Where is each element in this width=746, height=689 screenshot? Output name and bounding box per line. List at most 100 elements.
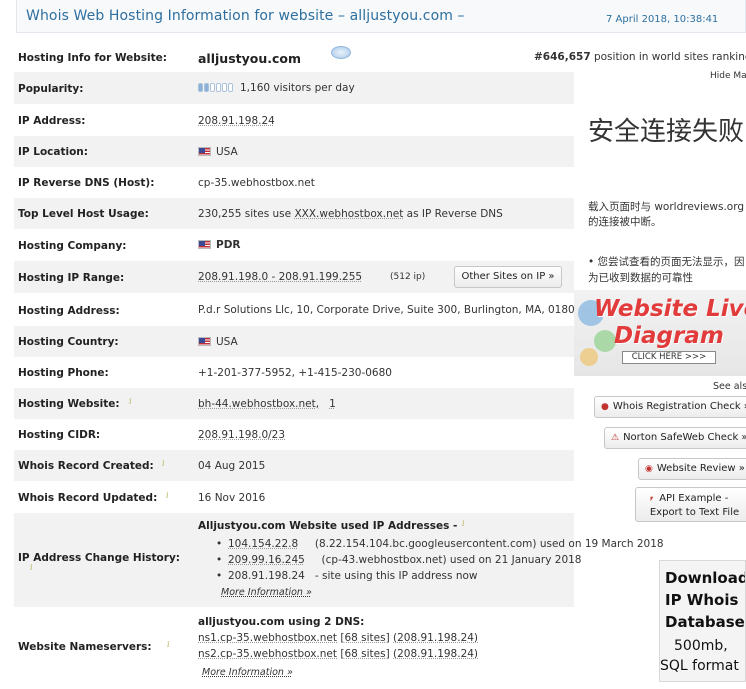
hosting-website-link[interactable]: bh-44.webhostbox.net, bbox=[198, 398, 319, 410]
label-whois-updated: Whois Record Updated: bbox=[18, 492, 158, 504]
hosting-website-value: bh-44.webhostbox.net, 1 bbox=[198, 398, 336, 410]
row-whois-updated: Whois Record Updated: i 16 Nov 2016 bbox=[14, 481, 574, 513]
ip-history-item: • 208.91.198.24 - site using this IP addr… bbox=[216, 570, 478, 582]
hosting-country-name: USA bbox=[216, 336, 238, 348]
whois-check-label: Whois Registration Check » bbox=[612, 401, 746, 412]
label-whois-created: Whois Record Created: bbox=[18, 460, 154, 472]
label-nameservers: Website Nameservers: bbox=[18, 641, 152, 653]
api-example-button[interactable]: ⎖ API Example - Export to Text File bbox=[635, 487, 746, 522]
comment-icon: ◉ bbox=[645, 464, 653, 474]
hide-map-link[interactable]: Hide Map bbox=[710, 71, 746, 81]
map-frame-error: 安全连接失败 载入页面时与 worldreviews.org 的连接被中断。 •… bbox=[574, 84, 746, 290]
ip-history-heading: Alljustyou.com Website used IP Addresses… bbox=[198, 520, 458, 532]
info-icon[interactable]: i bbox=[30, 563, 33, 572]
ip-history-more-info-link[interactable]: More Information » bbox=[221, 587, 312, 598]
row-hosting-phone: Hosting Phone: +1-201-377-5952, +1-415-2… bbox=[14, 357, 574, 388]
label-hosting-cidr: Hosting CIDR: bbox=[18, 429, 101, 441]
row-ip-address: IP Address: 208.91.198.24 bbox=[14, 104, 574, 136]
other-sites-button[interactable]: Other Sites on IP » bbox=[454, 266, 562, 288]
comment-bubble-icon[interactable] bbox=[331, 46, 351, 59]
api-line1: API Example - bbox=[659, 493, 729, 504]
hosting-website-count[interactable]: 1 bbox=[329, 398, 336, 410]
ip-history-note: (8.22.154.104.bc.googleusercontent.com) … bbox=[314, 538, 664, 550]
label-top-level-usage: Top Level Host Usage: bbox=[18, 208, 149, 220]
label-hosting-company: Hosting Company: bbox=[18, 240, 127, 252]
banner-bubble-icon bbox=[594, 330, 616, 352]
nameserver-ip-link[interactable]: (208.91.198.24) bbox=[393, 632, 478, 644]
page-header: Whois Web Hosting Information for websit… bbox=[16, 0, 746, 33]
top-level-count: 230,255 sites use bbox=[198, 208, 295, 220]
info-icon[interactable]: i bbox=[462, 519, 465, 528]
banner-bubble-icon bbox=[580, 348, 598, 366]
nameserver-sites-link[interactable]: [68 sites] bbox=[340, 632, 389, 644]
info-icon[interactable]: i bbox=[167, 640, 170, 649]
top-level-host-link[interactable]: XXX.webhostbox.net bbox=[294, 208, 403, 220]
label-hosting-address: Hosting Address: bbox=[18, 305, 120, 317]
ip-range-count: (512 ip) bbox=[390, 272, 426, 282]
ip-history-item: • 209.99.16.245 (cp-43.webhostbox.net) us… bbox=[216, 554, 582, 566]
download-database-ad[interactable]: Download IP Whois Database 500mb, SQL fo… bbox=[659, 560, 746, 682]
whois-registration-check-button[interactable]: ● Whois Registration Check » bbox=[594, 396, 746, 418]
nameservers-more-info-link[interactable]: More Information » bbox=[202, 667, 293, 678]
label-hosting-phone: Hosting Phone: bbox=[18, 367, 109, 379]
row-popularity: Popularity: 1,160 visitors per day bbox=[14, 72, 574, 104]
page-date: 7 April 2018, 10:38:41 bbox=[606, 14, 719, 25]
ip-history-ip: 208.91.198.24 bbox=[228, 570, 305, 582]
site-name: alljustyou.com bbox=[198, 51, 302, 66]
banner-line2: Diagram bbox=[614, 323, 724, 349]
ip-history-ip-link[interactable]: 104.154.22.8 bbox=[228, 538, 298, 550]
nameserver-ip-link[interactable]: (208.91.198.24) bbox=[393, 648, 478, 660]
error-title: 安全连接失败 bbox=[588, 117, 745, 147]
label-ip-history: IP Address Change History: bbox=[18, 552, 180, 564]
row-hosting-info: Hosting Info for Website: alljustyou.com bbox=[14, 40, 574, 72]
row-hosting-country: Hosting Country: USA bbox=[14, 326, 574, 357]
ip-address-link[interactable]: 208.91.198.24 bbox=[198, 115, 275, 127]
hosting-company-value: PDR bbox=[198, 239, 241, 251]
label-ip-address: IP Address: bbox=[18, 115, 86, 127]
nameserver-link[interactable]: ns1.cp-35.webhostbox.net bbox=[198, 632, 337, 644]
nameserver-item: ns2.cp-35.webhostbox.net [68 sites] (208… bbox=[198, 648, 478, 660]
warning-icon: ⚠ bbox=[611, 433, 620, 443]
download-line3: Database bbox=[665, 613, 745, 631]
info-icon[interactable]: i bbox=[162, 459, 165, 468]
error-body: 载入页面时与 worldreviews.org 的连接被中断。 bbox=[588, 201, 745, 228]
row-hosting-address: Hosting Address: P.d.r Solutions Llc, 10… bbox=[14, 293, 574, 326]
row-ip-location: IP Location: USA bbox=[14, 136, 574, 167]
hosting-company-name: PDR bbox=[216, 239, 241, 251]
ip-history-item: • 104.154.22.8 (8.22.154.104.bc.googleuse… bbox=[216, 538, 664, 550]
download-line4: 500mb, bbox=[674, 638, 728, 654]
see-also-label: See also bbox=[713, 381, 746, 392]
nameserver-link[interactable]: ns2.cp-35.webhostbox.net bbox=[198, 648, 337, 660]
label-hosting-website: Hosting Website: bbox=[18, 398, 120, 410]
hosting-cidr-link[interactable]: 208.91.198.0/23 bbox=[198, 429, 285, 441]
file-icon: ⎖ bbox=[648, 494, 656, 504]
ip-range-link[interactable]: 208.91.198.0 - 208.91.199.255 bbox=[198, 271, 362, 283]
info-icon[interactable]: i bbox=[129, 397, 132, 406]
ip-history-ip-link[interactable]: 209.99.16.245 bbox=[228, 554, 305, 566]
info-icon[interactable]: i bbox=[166, 491, 169, 500]
user-icon: ● bbox=[601, 402, 609, 412]
hosting-address-value: P.d.r Solutions Llc, 10, Corporate Drive… bbox=[198, 304, 574, 316]
ip-history-note: (cp-43.webhostbox.net) used on 21 Januar… bbox=[321, 554, 582, 566]
download-line2: IP Whois bbox=[665, 591, 739, 609]
row-whois-created: Whois Record Created: i 04 Aug 2015 bbox=[14, 450, 574, 481]
ip-history-note: - site using this IP address now bbox=[314, 570, 478, 582]
visitors-per-day: 1,160 visitors per day bbox=[240, 82, 355, 94]
download-line5: SQL format bbox=[660, 658, 739, 674]
norton-safeweb-check-button[interactable]: ⚠ Norton SafeWeb Check » bbox=[604, 427, 746, 449]
label-hosting-country: Hosting Country: bbox=[18, 336, 119, 348]
label-reverse-dns: IP Reverse DNS (Host): bbox=[18, 177, 155, 189]
nameserver-sites-link[interactable]: [68 sites] bbox=[340, 648, 389, 660]
error-bullet: • 您尝试查看的页面无法显示，因为已收到数据的可靠性 bbox=[588, 256, 745, 284]
nameservers-heading: alljustyou.com using 2 DNS: bbox=[198, 616, 365, 628]
row-reverse-dns: IP Reverse DNS (Host): cp-35.webhostbox.… bbox=[14, 167, 574, 198]
banner-click-here[interactable]: CLICK HERE >>> bbox=[622, 351, 716, 364]
website-live-diagram-banner[interactable]: Website Live Diagram CLICK HERE >>> bbox=[574, 290, 746, 376]
top-level-usage-value: 230,255 sites use XXX.webhostbox.net as … bbox=[198, 208, 503, 220]
label-ip-range: Hosting IP Range: bbox=[18, 272, 125, 284]
nameserver-item: ns1.cp-35.webhostbox.net [68 sites] (208… bbox=[198, 632, 478, 644]
popularity-meter-icon bbox=[198, 83, 234, 95]
page-title: Whois Web Hosting Information for websit… bbox=[26, 8, 465, 24]
website-review-button[interactable]: ◉ Website Review » bbox=[638, 458, 746, 480]
download-line1: Download bbox=[665, 569, 746, 587]
